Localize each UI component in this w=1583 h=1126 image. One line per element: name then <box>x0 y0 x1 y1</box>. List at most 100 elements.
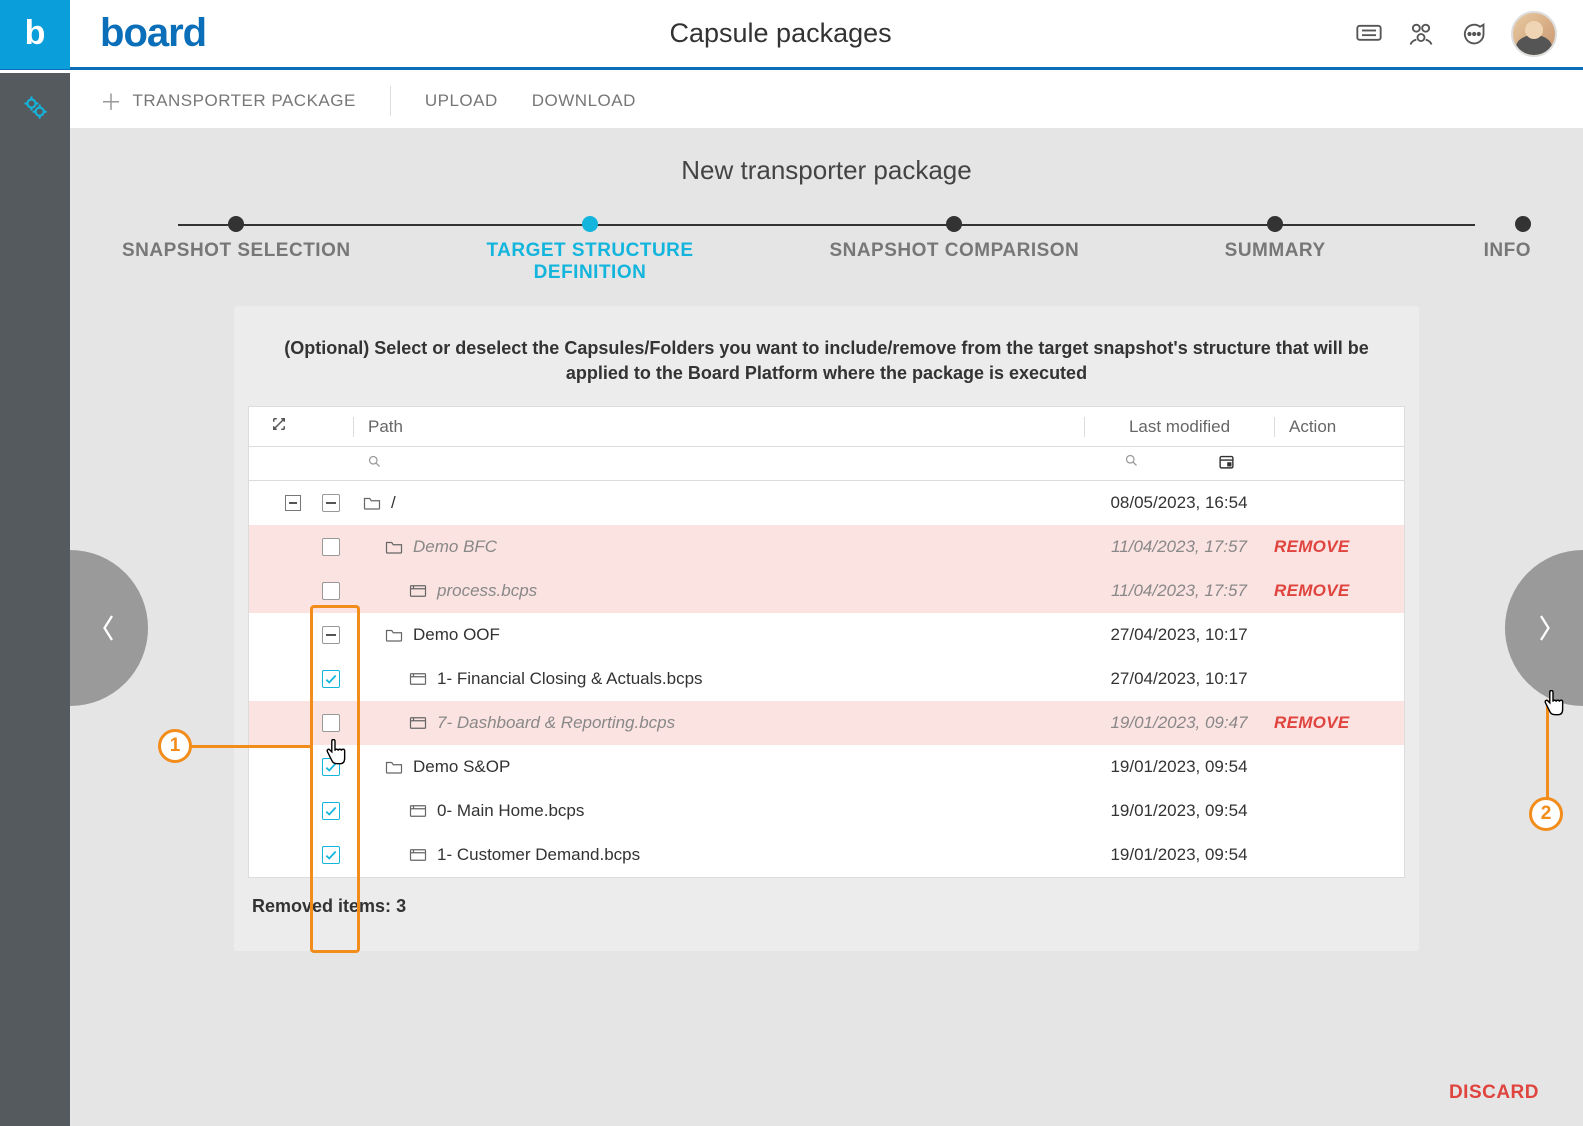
prev-step-button[interactable] <box>70 550 148 706</box>
row-action[interactable]: REMOVE <box>1274 713 1404 733</box>
capsule-file-icon <box>409 671 427 687</box>
removed-count: Removed items: 3 <box>234 878 1419 917</box>
callout-2-line <box>1546 700 1549 810</box>
upload-button[interactable]: UPLOAD <box>425 91 498 111</box>
table-header: Path Last modified Action <box>249 407 1404 447</box>
folder-icon <box>385 627 403 643</box>
table-row: Demo BFC11/04/2023, 17:57REMOVE <box>249 525 1404 569</box>
panel-description: (Optional) Select or deselect the Capsul… <box>234 336 1419 406</box>
row-checkbox[interactable] <box>322 846 340 864</box>
callout-1-badge: 1 <box>158 729 192 763</box>
row-checkbox[interactable] <box>322 538 340 556</box>
modified-filter-calendar[interactable] <box>1218 453 1235 475</box>
wizard-title: New transporter package <box>94 129 1559 216</box>
expand-all-header[interactable] <box>249 415 309 438</box>
table-filter-row <box>249 447 1404 481</box>
row-name: Demo S&OP <box>413 757 510 777</box>
brand-logo[interactable]: bboardoard <box>100 11 206 56</box>
users-icon[interactable] <box>1407 20 1435 48</box>
row-path[interactable]: 7- Dashboard & Reporting.bcps <box>353 713 1084 733</box>
row-name: 0- Main Home.bcps <box>437 801 584 821</box>
step-1[interactable]: TARGET STRUCTURE DEFINITION <box>486 216 693 284</box>
app-logo-square[interactable]: b <box>0 0 70 69</box>
folder-icon <box>385 759 403 775</box>
table-row: 0- Main Home.bcps 19/01/2023, 09:54 <box>249 789 1404 833</box>
upload-label: UPLOAD <box>425 91 498 111</box>
table-row: Demo OOF27/04/2023, 10:17 <box>249 613 1404 657</box>
row-name: process.bcps <box>437 581 537 601</box>
row-path[interactable]: 0- Main Home.bcps <box>353 801 1084 821</box>
callout-2-badge: 2 <box>1529 797 1563 831</box>
step-label: INFO <box>1484 240 1531 262</box>
table-row: 1- Financial Closing & Actuals.bcps27/04… <box>249 657 1404 701</box>
row-modified: 19/01/2023, 09:54 <box>1084 757 1274 777</box>
presentation-icon[interactable] <box>1355 20 1383 48</box>
row-checkbox[interactable] <box>322 714 340 732</box>
gear-icon[interactable] <box>21 93 49 126</box>
row-path[interactable]: Demo S&OP <box>353 757 1084 777</box>
step-dot <box>1267 216 1283 232</box>
new-transporter-package-button[interactable]: ＋ TRANSPORTER PACKAGE <box>100 85 356 117</box>
row-modified: 11/04/2023, 17:57 <box>1084 581 1274 601</box>
row-checkbox[interactable] <box>322 582 340 600</box>
step-label: SNAPSHOT SELECTION <box>122 240 351 262</box>
modified-filter-search[interactable] <box>1124 453 1139 475</box>
table-body: /08/05/2023, 16:54Demo BFC11/04/2023, 17… <box>249 481 1404 877</box>
step-dot <box>228 216 244 232</box>
main-area: ＋ TRANSPORTER PACKAGE UPLOAD DOWNLOAD Ne… <box>70 73 1583 1126</box>
step-4[interactable]: INFO <box>1471 216 1531 284</box>
wizard-stepper: SNAPSHOT SELECTION TARGET STRUCTURE DEFIN… <box>122 216 1531 284</box>
row-modified: 27/04/2023, 10:17 <box>1084 669 1274 689</box>
step-dot <box>582 216 598 232</box>
table-row: process.bcps 11/04/2023, 17:57REMOVE <box>249 569 1404 613</box>
step-0[interactable]: SNAPSHOT SELECTION <box>122 216 351 284</box>
next-step-button[interactable] <box>1505 550 1583 706</box>
row-path[interactable]: 1- Customer Demand.bcps <box>353 845 1084 865</box>
table-row: / 08/05/2023, 16:54 <box>249 481 1404 525</box>
row-action[interactable]: REMOVE <box>1274 537 1404 557</box>
step-label: TARGET STRUCTURE DEFINITION <box>486 240 693 284</box>
wizard-panel: (Optional) Select or deselect the Capsul… <box>234 306 1419 951</box>
chat-icon[interactable] <box>1459 20 1487 48</box>
page-title-header: Capsule packages <box>206 18 1355 49</box>
row-name: 1- Customer Demand.bcps <box>437 845 640 865</box>
row-name: Demo OOF <box>413 625 500 645</box>
structure-table: Path Last modified Action <box>248 406 1405 878</box>
discard-button[interactable]: DISCARD <box>1449 1082 1539 1104</box>
download-label: DOWNLOAD <box>532 91 636 111</box>
row-modified: 19/01/2023, 09:54 <box>1084 801 1274 821</box>
row-path[interactable]: process.bcps <box>353 581 1084 601</box>
action-header[interactable]: Action <box>1274 417 1404 437</box>
path-header[interactable]: Path <box>353 417 1084 437</box>
row-modified: 19/01/2023, 09:54 <box>1084 845 1274 865</box>
modified-header[interactable]: Last modified <box>1084 417 1274 437</box>
content: New transporter package SNAPSHOT SELECTI… <box>70 129 1583 1126</box>
toolbar: ＋ TRANSPORTER PACKAGE UPLOAD DOWNLOAD <box>70 73 1583 129</box>
row-path[interactable]: Demo BFC <box>353 537 1084 557</box>
row-path[interactable]: / <box>353 493 1084 513</box>
collapse-icon[interactable] <box>285 495 301 511</box>
row-checkbox[interactable] <box>322 670 340 688</box>
folder-icon <box>363 495 381 511</box>
avatar[interactable] <box>1511 11 1557 57</box>
row-checkbox[interactable] <box>322 802 340 820</box>
step-dot <box>946 216 962 232</box>
row-name: / <box>391 493 396 513</box>
path-filter[interactable] <box>353 454 1084 474</box>
left-sidebar <box>0 73 70 1126</box>
row-modified: 19/01/2023, 09:47 <box>1084 713 1274 733</box>
toolbar-divider <box>390 86 391 116</box>
download-button[interactable]: DOWNLOAD <box>532 91 636 111</box>
row-modified: 08/05/2023, 16:54 <box>1084 493 1274 513</box>
step-2[interactable]: SNAPSHOT COMPARISON <box>829 216 1079 284</box>
row-action[interactable]: REMOVE <box>1274 581 1404 601</box>
step-3[interactable]: SUMMARY <box>1215 216 1335 284</box>
row-checkbox[interactable] <box>322 758 340 776</box>
row-checkbox[interactable] <box>322 494 340 512</box>
expand-icon <box>270 415 288 438</box>
table-row: 1- Customer Demand.bcps 19/01/2023, 09:54 <box>249 833 1404 877</box>
row-checkbox[interactable] <box>322 626 340 644</box>
row-path[interactable]: 1- Financial Closing & Actuals.bcps <box>353 669 1084 689</box>
table-row: Demo S&OP 19/01/2023, 09:54 <box>249 745 1404 789</box>
row-path[interactable]: Demo OOF <box>353 625 1084 645</box>
